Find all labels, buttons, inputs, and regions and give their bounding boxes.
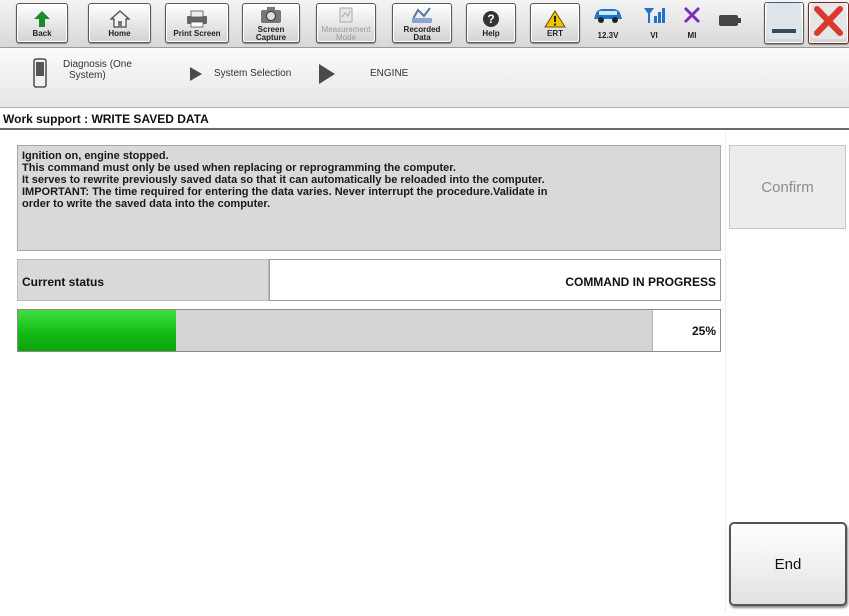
vi-indicator: VI bbox=[636, 4, 672, 42]
current-status-value: COMMAND IN PROGRESS bbox=[269, 259, 721, 301]
svg-text:?: ? bbox=[487, 12, 494, 26]
instruction-message-box: Ignition on, engine stopped. This comman… bbox=[17, 145, 721, 251]
battery-voltage-indicator: 12.3V bbox=[586, 4, 630, 42]
screen-capture-label-2: Capture bbox=[255, 33, 287, 42]
mi-indicator: MI bbox=[674, 4, 710, 42]
close-button[interactable] bbox=[808, 2, 849, 44]
breadcrumb-step1-line2: System) bbox=[69, 70, 106, 81]
current-status-label: Current status bbox=[17, 259, 269, 301]
screen-capture-button[interactable]: Screen Capture bbox=[242, 3, 300, 43]
message-line: Ignition on, engine stopped. bbox=[22, 150, 169, 162]
progress-bar-fill bbox=[18, 310, 176, 351]
help-button[interactable]: ? Help bbox=[466, 3, 516, 43]
progress-bar: 25% bbox=[17, 309, 721, 352]
minimize-button[interactable] bbox=[764, 2, 804, 44]
battery-voltage-text: 12.3V bbox=[597, 31, 619, 40]
breadcrumb-diagnosis-one-system[interactable]: Diagnosis (One System) bbox=[63, 59, 132, 81]
printer-icon bbox=[182, 8, 212, 30]
battery-icon bbox=[718, 14, 742, 33]
print-screen-label: Print Screen bbox=[173, 29, 221, 38]
message-line: This command must only be used when repl… bbox=[22, 162, 456, 174]
print-screen-button[interactable]: Print Screen bbox=[165, 3, 229, 43]
ert-button[interactable]: ERT bbox=[530, 3, 580, 43]
breadcrumb: Diagnosis (One System) System Selection … bbox=[0, 49, 849, 108]
back-button[interactable]: Back bbox=[16, 3, 68, 43]
page-title: Work support : WRITE SAVED DATA bbox=[0, 108, 849, 130]
warning-icon bbox=[540, 8, 570, 30]
message-line: It serves to rewrite previously saved da… bbox=[22, 174, 545, 186]
measurement-mode-button[interactable]: Measurement Mode bbox=[316, 3, 376, 43]
home-button[interactable]: Home bbox=[88, 3, 151, 43]
breadcrumb-arrow-icon bbox=[189, 66, 203, 87]
measurement-icon bbox=[331, 4, 361, 26]
minimize-icon bbox=[766, 2, 802, 45]
breadcrumb-system-selection[interactable]: System Selection bbox=[214, 68, 291, 79]
confirm-button[interactable]: Confirm bbox=[729, 145, 846, 229]
message-line: IMPORTANT: The time required for enterin… bbox=[22, 186, 548, 198]
toolbar: Back Home Print Screen Screen Capture Me… bbox=[0, 0, 849, 48]
diagnosis-device-icon bbox=[33, 58, 47, 93]
recorded-data-button[interactable]: Recorded Data bbox=[392, 3, 452, 43]
recorded-data-icon bbox=[407, 4, 437, 26]
measurement-mode-label-2: Mode bbox=[335, 33, 356, 42]
end-button[interactable]: End bbox=[729, 522, 847, 606]
back-arrow-icon bbox=[27, 8, 57, 30]
vi-label: VI bbox=[650, 31, 658, 40]
signal-icon bbox=[642, 6, 666, 29]
close-icon bbox=[810, 2, 847, 45]
message-line: order to write the saved data into the c… bbox=[22, 198, 271, 210]
back-label: Back bbox=[32, 29, 52, 38]
help-label: Help bbox=[482, 29, 500, 38]
car-icon bbox=[591, 6, 625, 29]
mi-x-icon bbox=[682, 6, 702, 29]
home-icon bbox=[105, 8, 135, 30]
breadcrumb-arrow-icon bbox=[318, 63, 336, 90]
right-panel-divider bbox=[725, 133, 726, 613]
home-label: Home bbox=[108, 29, 131, 38]
progress-percent-text: 25% bbox=[652, 310, 720, 351]
breadcrumb-engine: ENGINE bbox=[370, 68, 409, 79]
recorded-data-label-2: Data bbox=[413, 33, 431, 42]
breadcrumb-step1-line1: Diagnosis (One bbox=[63, 59, 132, 70]
camera-icon bbox=[256, 4, 286, 26]
help-icon: ? bbox=[476, 8, 506, 30]
ert-label: ERT bbox=[547, 29, 563, 38]
mi-label: MI bbox=[687, 31, 697, 40]
